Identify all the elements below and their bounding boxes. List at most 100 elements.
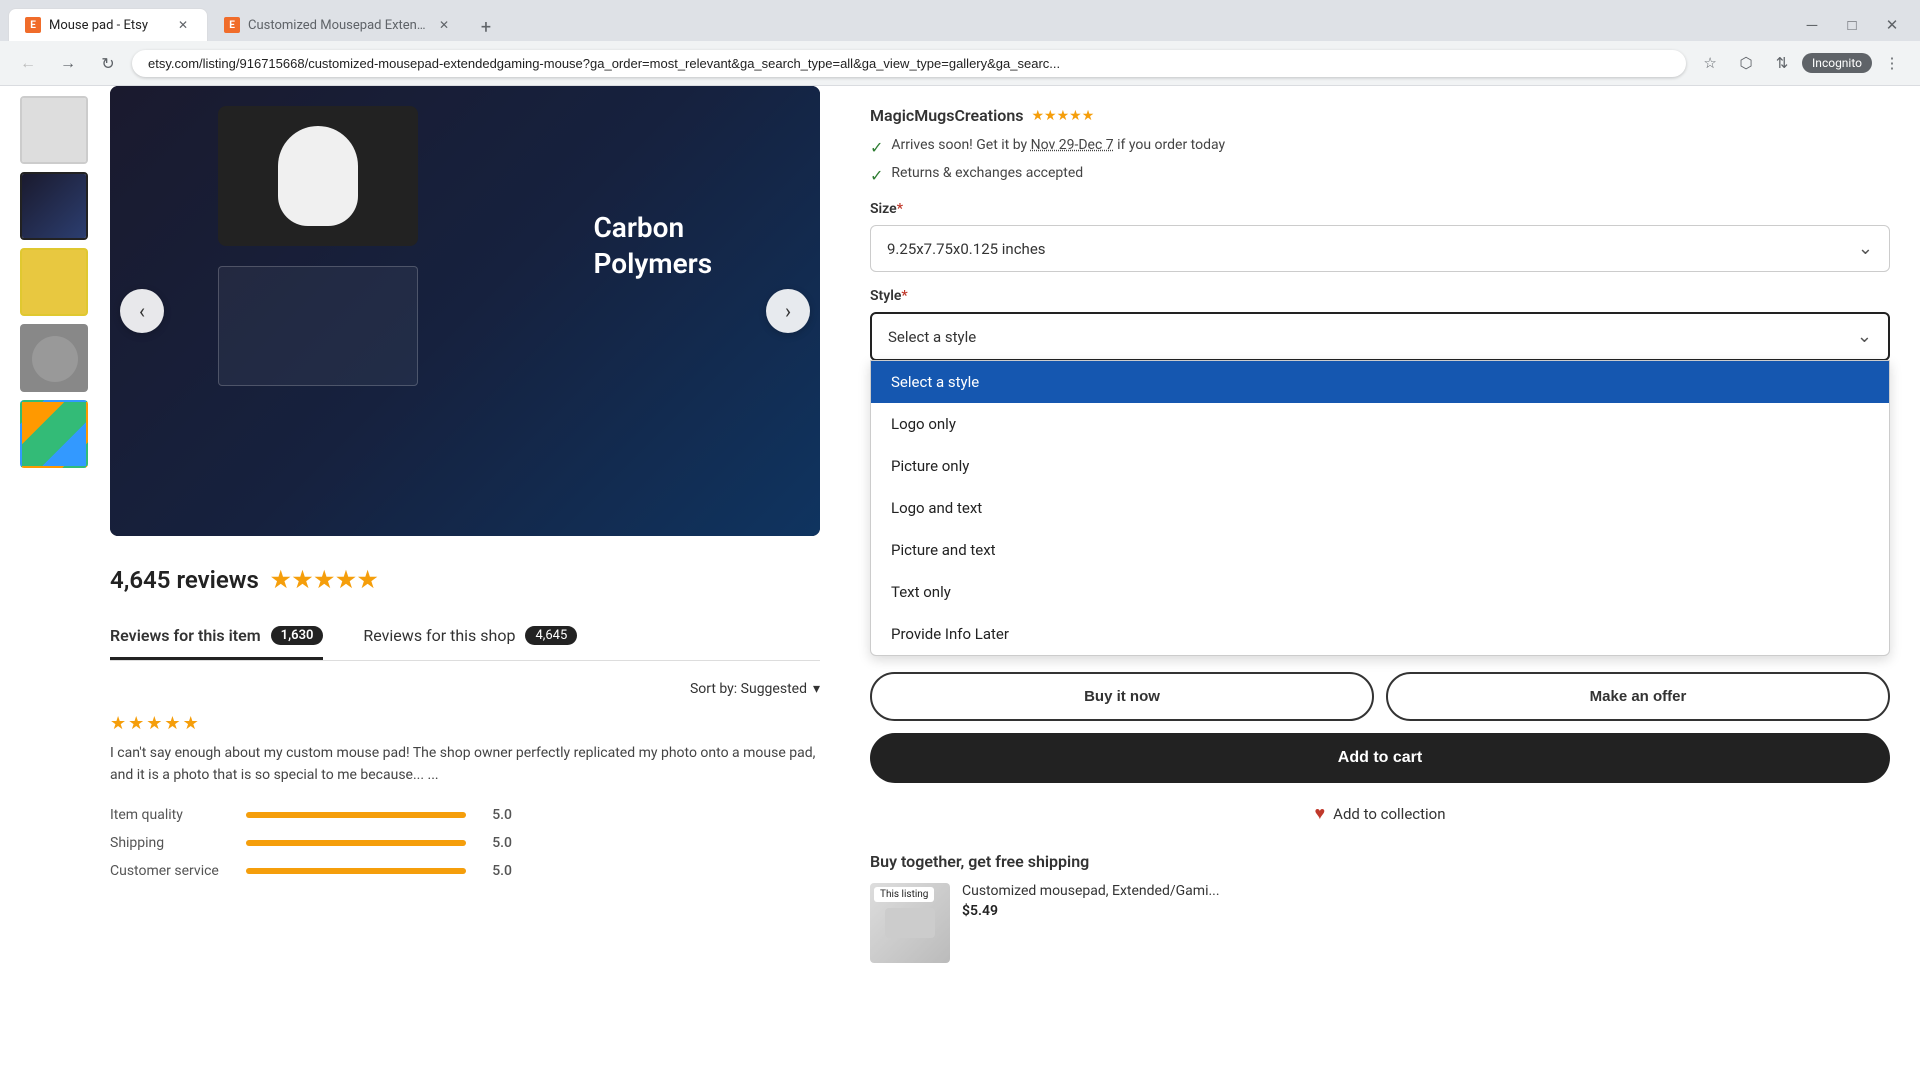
review-body: I can't say enough about my custom mouse…	[110, 745, 815, 783]
forward-button[interactable]: →	[52, 47, 84, 79]
heart-icon: ♥	[1314, 803, 1325, 824]
size-required: *	[897, 201, 903, 217]
thumbnail-3[interactable]	[20, 248, 88, 316]
thumbnail-5[interactable]	[20, 400, 88, 468]
browser-chrome: E Mouse pad - Etsy ✕ E Customized Mousep…	[0, 0, 1920, 86]
bookmark-icon[interactable]: ☆	[1694, 47, 1726, 79]
tab-reviews-shop[interactable]: Reviews for this shop 4,645	[363, 614, 577, 660]
style-option-text-only[interactable]: Text only	[871, 571, 1889, 613]
thumbnail-2[interactable]	[20, 172, 88, 240]
right-panel: MagicMugsCreations ★★★★★ ✓ Arrives soon!…	[840, 86, 1920, 1086]
address-input[interactable]	[132, 50, 1686, 77]
menu-icon[interactable]: ⋮	[1876, 47, 1908, 79]
thumbnail-strip	[20, 96, 90, 468]
thumbnail-1[interactable]	[20, 96, 88, 164]
style-option-logo-text[interactable]: Logo and text	[871, 487, 1889, 529]
buy-now-button[interactable]: Buy it now	[870, 672, 1374, 721]
brand-line2: Polymers	[593, 246, 712, 282]
service-label: Customer service	[110, 863, 230, 879]
style-option-picture-only[interactable]: Picture only	[871, 445, 1889, 487]
shop-name[interactable]: MagicMugsCreations	[870, 106, 1023, 125]
delivery-suffix: if you order today	[1117, 137, 1225, 153]
tab-shop-label: Reviews for this shop	[363, 626, 515, 645]
delivery-returns: Returns & exchanges accepted	[891, 165, 1083, 181]
delivery-info: ✓ Arrives soon! Get it by Nov 29-Dec 7 i…	[870, 137, 1890, 185]
tab-1-active[interactable]: E Mouse pad - Etsy ✕	[8, 8, 208, 41]
size-label-text: Size	[870, 201, 897, 217]
review-star-4: ★	[164, 713, 180, 734]
page-layout: ‹ Carbon Polymers › 4,645 reviews	[0, 86, 1920, 1086]
star-3: ★	[314, 568, 334, 593]
check-icon-1: ✓	[870, 138, 883, 157]
tab-item-count: 1,630	[271, 626, 324, 645]
check-icon-2: ✓	[870, 166, 883, 185]
product-image-mouse	[278, 126, 358, 226]
sort-select[interactable]: Sort by: Suggested ▾	[690, 681, 820, 697]
upsell-item-1: This listing Customized mousepad, Extend…	[870, 883, 1890, 963]
incognito-badge: Incognito	[1802, 53, 1872, 73]
tab-item-label: Reviews for this item	[110, 626, 261, 645]
rating-row-shipping: Shipping 5.0	[110, 835, 820, 851]
tab-shop-count: 4,645	[525, 626, 577, 645]
style-field-group: Style* Select a style ⌄ Select a style L…	[870, 288, 1890, 656]
window-close[interactable]: ✕	[1876, 9, 1908, 41]
review-star-5: ★	[183, 713, 199, 734]
size-field-group: Size* 9.25x7.75x0.125 inches ⌄	[870, 201, 1890, 272]
style-option-select-label: Select a style	[891, 373, 979, 391]
window-maximize[interactable]: □	[1836, 9, 1868, 41]
add-to-cart-button[interactable]: Add to cart	[870, 733, 1890, 783]
delivery-date-item: ✓ Arrives soon! Get it by Nov 29-Dec 7 i…	[870, 137, 1890, 157]
style-option-select[interactable]: Select a style	[871, 361, 1889, 403]
style-option-picture-text[interactable]: Picture and text	[871, 529, 1889, 571]
product-image-mousepad	[218, 106, 418, 246]
review-star-3: ★	[146, 713, 162, 734]
collection-label: Add to collection	[1333, 805, 1445, 823]
refresh-button[interactable]: ↻	[92, 47, 124, 79]
size-label: Size*	[870, 201, 1890, 217]
review-tabs: Reviews for this item 1,630 Reviews for …	[110, 614, 820, 661]
tab-2[interactable]: E Customized Mousepad Extende... ✕	[208, 9, 468, 41]
review-star-2: ★	[128, 713, 144, 734]
quality-bar-container	[246, 812, 466, 818]
review-read-more[interactable]: ...	[428, 767, 439, 783]
back-button[interactable]: ←	[12, 47, 44, 79]
tab-2-close[interactable]: ✕	[436, 17, 452, 33]
style-select[interactable]: Select a style ⌄	[870, 312, 1890, 361]
style-dropdown: Select a style Logo only Picture only Lo…	[870, 360, 1890, 656]
main-image: ‹ Carbon Polymers ›	[110, 86, 820, 536]
style-required: *	[901, 288, 907, 304]
upsell-info: Customized mousepad, Extended/Gami... $5…	[962, 883, 1890, 919]
new-tab-button[interactable]: +	[472, 13, 500, 41]
upsell-name[interactable]: Customized mousepad, Extended/Gami...	[962, 883, 1890, 899]
size-select[interactable]: 9.25x7.75x0.125 inches ⌄	[870, 225, 1890, 272]
next-image-button[interactable]: ›	[766, 289, 810, 333]
shipping-label: Shipping	[110, 835, 230, 851]
review-stars-header: ★ ★ ★ ★ ★	[271, 568, 378, 593]
service-bar-container	[246, 868, 466, 874]
rating-row-service: Customer service 5.0	[110, 863, 820, 879]
sync-icon[interactable]: ⇅	[1766, 47, 1798, 79]
upsell-badge: This listing	[874, 887, 934, 902]
tab-reviews-item[interactable]: Reviews for this item 1,630	[110, 614, 323, 660]
style-option-picture-text-label: Picture and text	[891, 541, 996, 559]
tab-1-close[interactable]: ✕	[175, 17, 191, 33]
prev-image-button[interactable]: ‹	[120, 289, 164, 333]
style-option-picture-only-label: Picture only	[891, 457, 969, 475]
shipping-bar	[246, 840, 466, 846]
make-offer-button[interactable]: Make an offer	[1386, 672, 1890, 721]
delivery-date: Nov 29-Dec 7	[1031, 137, 1114, 153]
upsell-price: $5.49	[962, 903, 1890, 919]
thumbnail-4[interactable]	[20, 324, 88, 392]
upsell-title: Buy together, get free shipping	[870, 852, 1890, 871]
style-option-logo-only[interactable]: Logo only	[871, 403, 1889, 445]
style-option-provide-later-label: Provide Info Later	[891, 625, 1009, 643]
add-to-collection-button[interactable]: ♥ Add to collection	[870, 795, 1890, 832]
style-option-provide-later[interactable]: Provide Info Later	[871, 613, 1889, 655]
review-item-stars: ★ ★ ★ ★ ★	[110, 713, 820, 734]
window-minimize[interactable]: ─	[1796, 9, 1828, 41]
size-value: 9.25x7.75x0.125 inches	[887, 240, 1046, 258]
quality-value: 5.0	[482, 807, 512, 823]
brand-text-block: Carbon Polymers	[593, 210, 712, 283]
extensions-icon[interactable]: ⬡	[1730, 47, 1762, 79]
service-bar	[246, 868, 466, 874]
